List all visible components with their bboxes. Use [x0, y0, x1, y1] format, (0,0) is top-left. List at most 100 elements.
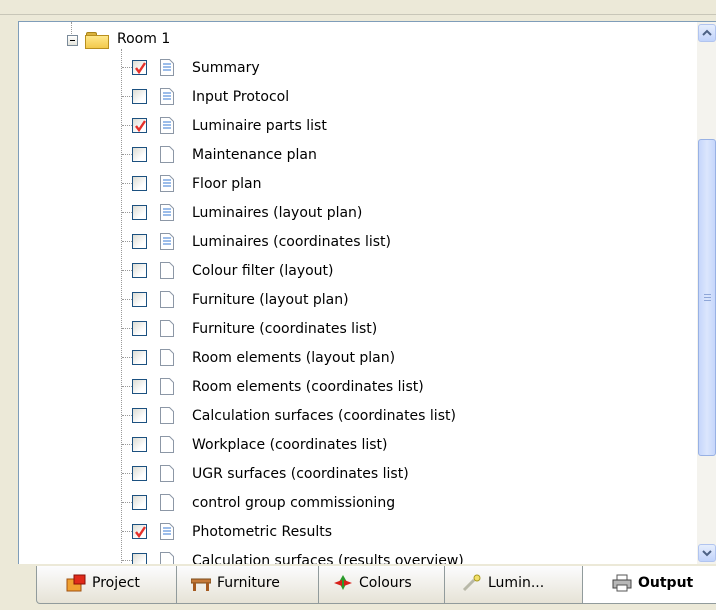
tree-connector-line [122, 125, 132, 126]
scroll-thumb[interactable] [698, 139, 716, 456]
report-checkbox[interactable] [132, 60, 147, 75]
report-item-label: control group commissioning [192, 495, 396, 511]
list-item[interactable]: Floor plan [19, 171, 699, 200]
report-checkbox[interactable] [132, 89, 147, 104]
document-lines-icon [160, 59, 174, 76]
tree-connector-line [122, 386, 132, 387]
list-item[interactable]: control group commissioning [19, 490, 699, 519]
tab-furniture-content: Furniture [190, 564, 280, 602]
tree-connector-line [122, 154, 132, 155]
list-item[interactable]: Photometric Results [19, 519, 699, 548]
report-item-label: Photometric Results [192, 524, 333, 540]
tree-connector-line [122, 67, 132, 68]
report-checkbox[interactable] [132, 350, 147, 365]
tree-connector-line [122, 241, 132, 242]
list-item[interactable]: Room elements (coordinates list) [19, 374, 699, 403]
report-checkbox[interactable] [132, 292, 147, 307]
collapse-toggle-icon[interactable] [67, 35, 78, 46]
report-item-label: Furniture (layout plan) [192, 292, 349, 308]
colours-icon [333, 574, 353, 592]
tree-connector-line [122, 299, 132, 300]
tab-project-label: Project [92, 575, 140, 591]
report-item-label: Luminaires (layout plan) [192, 205, 363, 221]
list-item[interactable]: Input Protocol [19, 84, 699, 113]
vertical-scrollbar[interactable] [697, 22, 716, 564]
document-lines-icon [160, 523, 174, 540]
report-checkbox[interactable] [132, 437, 147, 452]
checkmark-icon [135, 62, 146, 75]
scroll-up-button[interactable] [698, 24, 716, 42]
tab-furniture-label: Furniture [217, 575, 280, 591]
list-item[interactable]: Colour filter (layout) [19, 258, 699, 287]
tab-project-content: Project [66, 564, 140, 602]
report-checkbox[interactable] [132, 176, 147, 191]
report-checkbox[interactable] [132, 466, 147, 481]
tree-connector-line [122, 531, 132, 532]
report-checkbox[interactable] [132, 147, 147, 162]
list-item[interactable]: Luminaires (coordinates list) [19, 229, 699, 258]
tab-colours-content: Colours [333, 564, 412, 602]
report-item-label: Summary [192, 60, 260, 76]
tree-connector-line [122, 96, 132, 97]
bottom-tab-bar: Project Furniture Colours Lumin... Outpu… [0, 564, 716, 610]
document-lines-icon [160, 88, 174, 105]
document-blank-icon [160, 407, 174, 424]
folder-icon [85, 32, 109, 49]
tree-connector-line [122, 183, 132, 184]
list-item[interactable]: Luminaire parts list [19, 113, 699, 142]
tree-connector-line [122, 415, 132, 416]
list-item[interactable]: UGR surfaces (coordinates list) [19, 461, 699, 490]
report-item-label: Floor plan [192, 176, 262, 192]
document-lines-icon [160, 175, 174, 192]
report-checkbox[interactable] [132, 408, 147, 423]
toolbar-strip [0, 0, 716, 15]
output-tree-panel: Room 1 Summary Input Protocol Luminaire pa… [18, 21, 716, 565]
tab-output-content: Output [612, 564, 693, 602]
document-lines-icon [160, 117, 174, 134]
scroll-down-button[interactable] [698, 544, 716, 562]
list-item[interactable]: Workplace (coordinates list) [19, 432, 699, 461]
report-item-label: Calculation surfaces (results overview) [192, 553, 464, 565]
tree-connector-line [122, 444, 132, 445]
tree-connector-line [122, 473, 132, 474]
list-item[interactable]: Maintenance plan [19, 142, 699, 171]
report-item-label: Luminaire parts list [192, 118, 327, 134]
report-item-label: Workplace (coordinates list) [192, 437, 388, 453]
report-checkbox[interactable] [132, 234, 147, 249]
report-item-label: Calculation surfaces (coordinates list) [192, 408, 456, 424]
report-checkbox[interactable] [132, 263, 147, 278]
tree-connector-line [122, 328, 132, 329]
checkmark-icon [135, 120, 146, 133]
list-item[interactable]: Calculation surfaces (results overview) [19, 548, 699, 565]
document-blank-icon [160, 291, 174, 308]
report-checkbox[interactable] [132, 495, 147, 510]
furniture-icon [190, 574, 212, 592]
chevron-up-icon [702, 29, 712, 36]
list-item[interactable]: Room elements (layout plan) [19, 345, 699, 374]
room-node-label[interactable]: Room 1 [117, 29, 170, 49]
project-icon [66, 574, 86, 592]
report-checkbox[interactable] [132, 321, 147, 336]
report-checkbox[interactable] [132, 205, 147, 220]
list-item[interactable]: Summary [19, 55, 699, 84]
tree-connector-line [122, 560, 132, 561]
list-item[interactable]: Furniture (coordinates list) [19, 316, 699, 345]
report-item-label: Luminaires (coordinates list) [192, 234, 392, 250]
tree-connector-line [122, 502, 132, 503]
checkmark-icon [135, 526, 146, 539]
document-lines-icon [160, 204, 174, 221]
report-checkbox[interactable] [132, 118, 147, 133]
document-blank-icon [160, 378, 174, 395]
list-item[interactable]: Furniture (layout plan) [19, 287, 699, 316]
list-item[interactable]: Calculation surfaces (coordinates list) [19, 403, 699, 432]
tree-connector-line [122, 357, 132, 358]
report-checkbox[interactable] [132, 379, 147, 394]
tab-output-label: Output [638, 575, 694, 591]
report-item-label: Maintenance plan [192, 147, 317, 163]
report-checkbox[interactable] [132, 524, 147, 539]
document-blank-icon [160, 262, 174, 279]
tab-colours-label: Colours [359, 575, 412, 591]
list-item[interactable]: Luminaires (layout plan) [19, 200, 699, 229]
document-lines-icon [160, 233, 174, 250]
document-blank-icon [160, 349, 174, 366]
